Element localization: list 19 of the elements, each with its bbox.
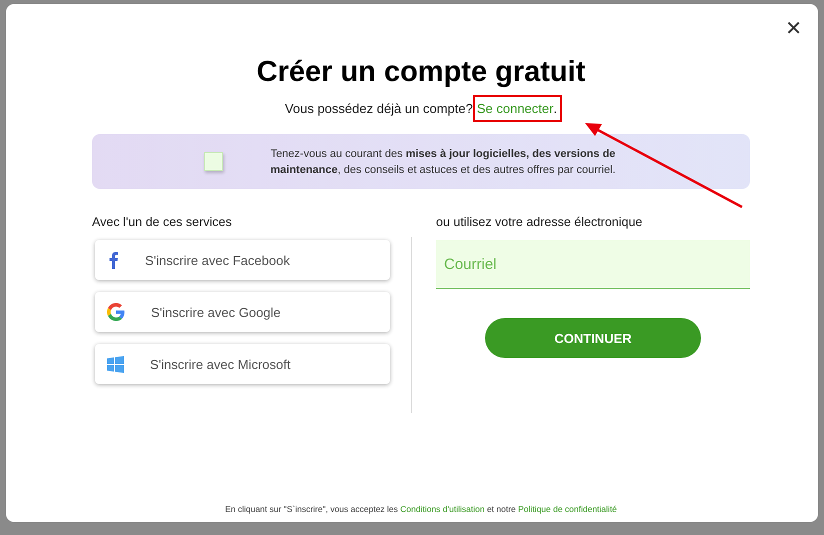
email-heading: ou utilisez votre adresse électronique: [436, 215, 644, 229]
email-field[interactable]: Courriel: [436, 240, 750, 289]
g-logo-icon: [107, 303, 125, 321]
f-letter-icon: [107, 251, 119, 269]
signin-prompt: Vous possédez déjà un compte?: [284, 101, 473, 116]
social-signup-button[interactable]: S'inscrire avec Microsoft: [95, 344, 390, 384]
terms-link[interactable]: Politique de confidentialité: [518, 504, 617, 514]
newsletter-text: Tenez-vous au courant des mises à jour logicielles, des versions de maintenance, des conseils et astuces et des autres offres par courriel.: [269, 146, 617, 178]
newsletter-checkbox[interactable]: [204, 152, 223, 171]
signin-link[interactable]: Se connecter: [476, 101, 554, 116]
terms-notice: En cliquant sur "S`inscrire", vous acceptez les Conditions d'utilisation et notre Politique de confidentialité: [224, 504, 618, 514]
dialog-title: Créer un compte gratuit: [256, 56, 586, 89]
terms-link[interactable]: Conditions d'utilisation: [400, 504, 485, 514]
social-signup-button[interactable]: S'inscrire avec Facebook: [95, 240, 390, 280]
services-heading: Avec l'un de ces services: [92, 215, 233, 229]
continue-button[interactable]: CONTINUER: [485, 318, 701, 358]
period: .: [553, 101, 558, 116]
social-signup-button[interactable]: S'inscrire avec Google: [95, 292, 390, 332]
windows-logo-icon: [107, 356, 124, 372]
